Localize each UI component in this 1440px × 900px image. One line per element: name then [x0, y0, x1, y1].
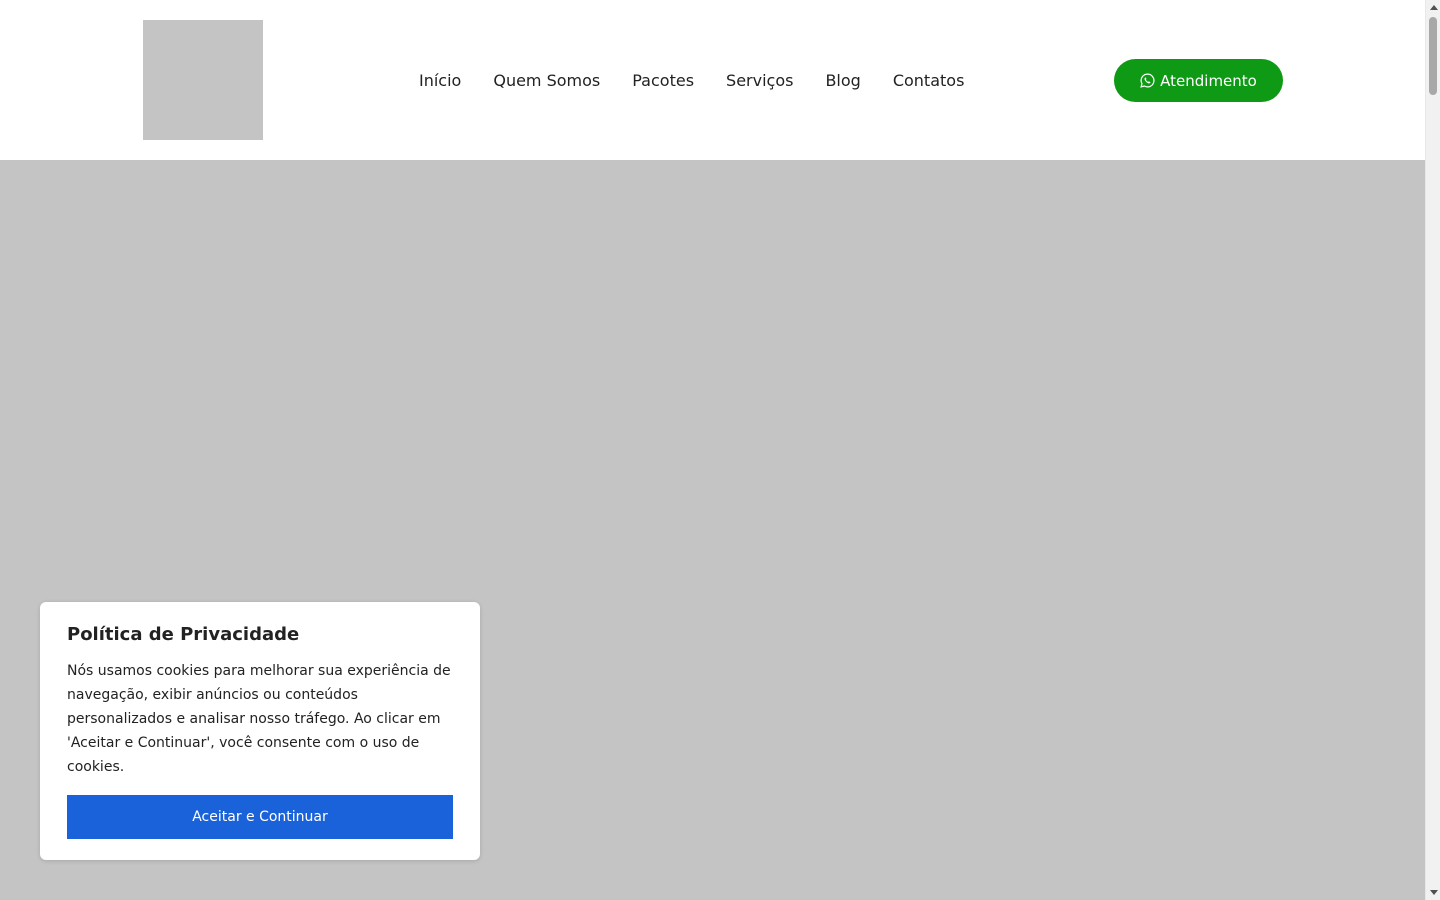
scrollbar-thumb[interactable] [1429, 17, 1437, 95]
nav-item-inicio[interactable]: Início [403, 71, 477, 90]
scroll-down-arrow-icon[interactable] [1426, 885, 1440, 900]
atendimento-label: Atendimento [1160, 71, 1257, 90]
site-header: Início Quem Somos Pacotes Serviços Blog … [0, 0, 1425, 160]
page-scrollbar[interactable] [1425, 0, 1440, 900]
page: Início Quem Somos Pacotes Serviços Blog … [0, 0, 1425, 900]
scroll-up-arrow-icon[interactable] [1426, 0, 1440, 15]
nav-item-blog[interactable]: Blog [809, 71, 876, 90]
main-nav: Início Quem Somos Pacotes Serviços Blog … [403, 58, 980, 102]
cookie-consent-banner: Política de Privacidade Nós usamos cooki… [40, 602, 480, 860]
cookie-title: Política de Privacidade [67, 624, 300, 645]
nav-item-contatos[interactable]: Contatos [877, 71, 981, 90]
accept-cookies-button[interactable]: Aceitar e Continuar [67, 795, 453, 839]
nav-item-quem-somos[interactable]: Quem Somos [477, 71, 616, 90]
nav-item-pacotes[interactable]: Pacotes [616, 71, 710, 90]
cookie-text: Nós usamos cookies para melhorar sua exp… [67, 663, 451, 775]
nav-item-servicos[interactable]: Serviços [710, 71, 809, 90]
logo-placeholder[interactable] [143, 20, 263, 140]
whatsapp-icon [1140, 73, 1155, 88]
atendimento-button[interactable]: Atendimento [1114, 59, 1283, 102]
